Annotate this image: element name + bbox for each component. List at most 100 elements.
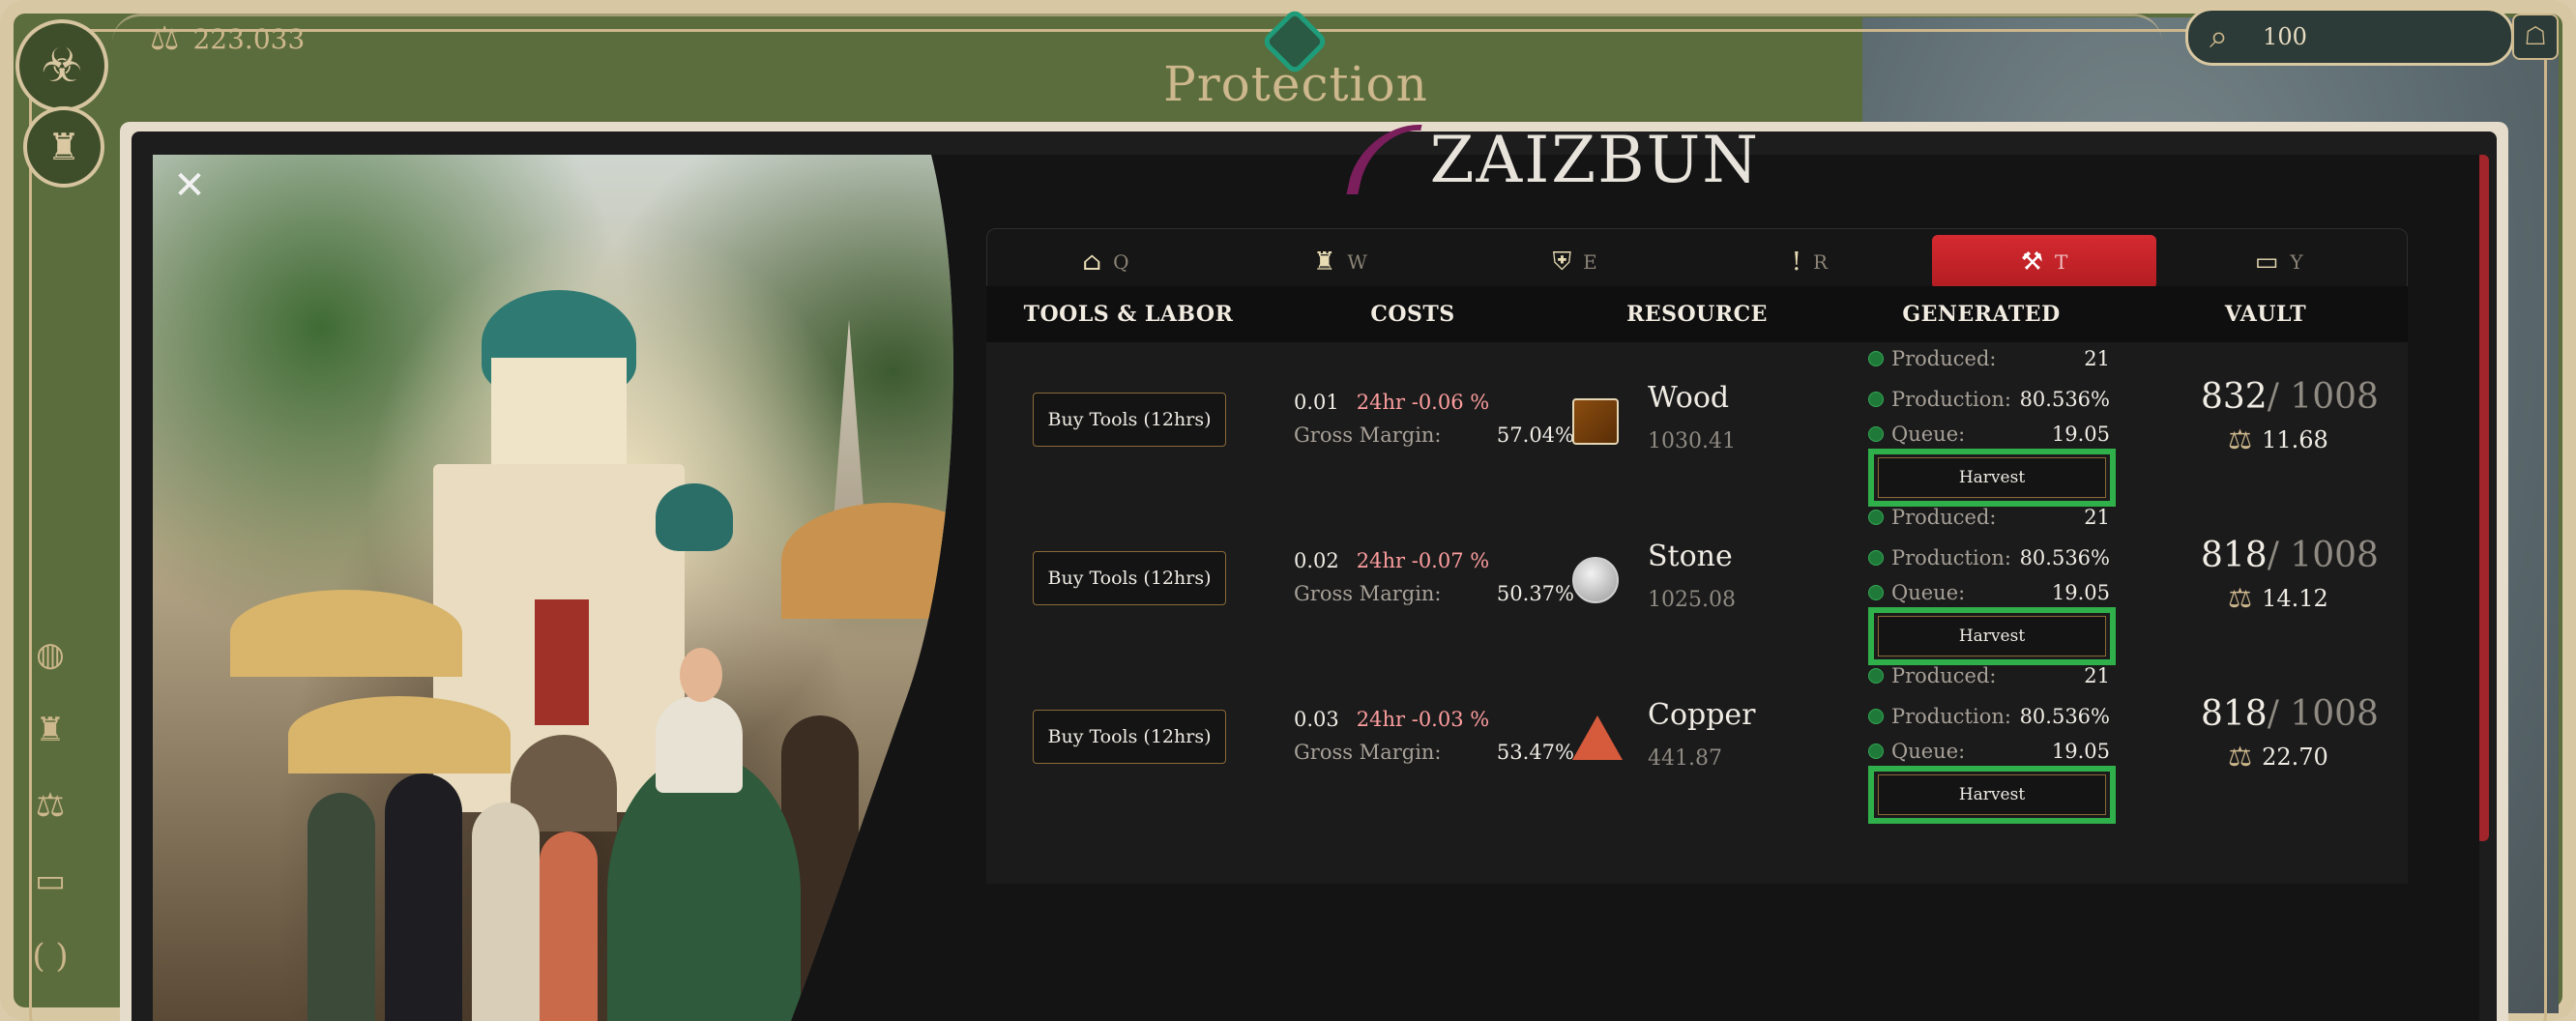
queue-line: Queue: 19.05 [1868, 578, 2110, 607]
vault-amount: 818/ 1008 [2201, 694, 2379, 734]
buy-tools-button[interactable]: Buy Tools (12hrs) [1033, 551, 1226, 605]
cost-delta: 24hr -0.07 % [1356, 549, 1490, 572]
vault-amount: 818/ 1008 [2201, 536, 2379, 575]
book-icon[interactable]: ▭ [35, 864, 66, 897]
shield-icon: ⛨ [1552, 247, 1572, 277]
magnifier-icon: ⌕ [2210, 17, 2229, 56]
vault-value: ⚖ 22.70 [2228, 741, 2328, 773]
gross-margin-value: 53.47% [1496, 741, 1574, 764]
parentheses-icon[interactable]: ( ) [32, 940, 68, 973]
queue-line: Queue: 19.05 [1868, 420, 2110, 449]
cost-line: 0.01 24hr -0.06 % [1294, 391, 1489, 414]
harvest-highlight: Harvest [1868, 766, 2116, 824]
vault-amount: 832/ 1008 [2201, 377, 2379, 417]
status-dot-icon [1868, 709, 1884, 724]
production-line: Production: 80.536% [1868, 385, 2110, 414]
harvest-highlight: Harvest [1868, 607, 2116, 665]
tab-w[interactable]: ♜ W [1228, 235, 1453, 289]
pickaxe-icon: ⚒ [2020, 248, 2043, 277]
status-dot-icon [1868, 550, 1884, 566]
tab-r[interactable]: ! R [1697, 235, 1922, 289]
currency-display: ⚖ 223.033 [150, 17, 305, 60]
vault-value: ⚖ 14.12 [2228, 582, 2328, 614]
emblem-icon[interactable]: ☣ [15, 19, 108, 112]
book-icon: ▭ [2254, 248, 2279, 277]
col-resource: RESOURCE [1626, 302, 1768, 327]
globe-icon[interactable]: ◍ [36, 638, 65, 671]
col-tools: TOOLS & LABOR [1023, 302, 1234, 327]
resource-quantity: 441.87 [1648, 746, 1722, 771]
resource-name: Stone [1648, 540, 1733, 573]
balance-scale-icon: ⚖ [2228, 741, 2253, 773]
side-nav: ◍ ♜ ⚖ ▭ ( ) [29, 638, 72, 973]
cost-value: 0.02 [1294, 549, 1339, 572]
produced-line: Produced: 21 [1868, 344, 2110, 373]
col-vault: VAULT [2224, 302, 2307, 327]
production-line: Production: 80.536% [1868, 543, 2110, 572]
wood-icon [1572, 398, 1619, 445]
currency-amount: 223.033 [192, 22, 306, 55]
copper-icon [1572, 715, 1623, 760]
produced-line: Produced: 21 [1868, 503, 2110, 532]
town-painting [153, 155, 994, 1021]
resource-table: Buy Tools (12hrs) 0.01 24hr -0.06 % Gros… [986, 342, 2408, 884]
status-dot-icon [1868, 585, 1884, 600]
house-icon: ⌂ [1082, 248, 1102, 277]
balance-scale-icon: ⚖ [150, 19, 180, 58]
search-input[interactable]: ⌕ 100 [2185, 8, 2514, 66]
brand-swoosh-icon [1346, 125, 1422, 194]
lady-illustration [607, 754, 801, 1021]
search-value: 100 [2263, 23, 2307, 50]
status-dot-icon [1868, 668, 1884, 684]
status-dot-icon [1868, 392, 1884, 407]
tab-t[interactable]: ⚒ T [1931, 235, 2157, 289]
close-icon[interactable]: ✕ [170, 166, 209, 205]
gross-margin-label: Gross Margin: [1294, 582, 1442, 605]
gross-margin-value: 50.37% [1496, 582, 1574, 605]
castle-icon: ♜ [1313, 248, 1336, 277]
castle-icon[interactable]: ♜ [36, 714, 65, 746]
produced-line: Produced: 21 [1868, 661, 2110, 690]
buy-tools-button[interactable]: Buy Tools (12hrs) [1033, 393, 1226, 447]
stone-icon [1572, 557, 1619, 603]
cost-line: 0.03 24hr -0.03 % [1294, 708, 1489, 731]
cost-line: 0.02 24hr -0.07 % [1294, 549, 1489, 572]
resource-quantity: 1030.41 [1648, 429, 1736, 453]
harvest-highlight: Harvest [1868, 449, 2116, 507]
tab-q[interactable]: ⌂ Q [993, 235, 1218, 289]
balance-scale-icon: ⚖ [2228, 423, 2253, 455]
table-header: TOOLS & LABOR COSTS RESOURCE GENERATED V… [986, 286, 2408, 342]
vault-value: ⚖ 11.68 [2228, 423, 2328, 455]
production-line: Production: 80.536% [1868, 702, 2110, 731]
harvest-button[interactable]: Harvest [1878, 457, 2106, 498]
status-dot-icon [1868, 510, 1884, 525]
sword-icon: ! [1791, 248, 1802, 277]
cost-value: 0.01 [1294, 391, 1339, 414]
gross-margin-value: 57.04% [1496, 423, 1574, 447]
balance-scale-icon[interactable]: ⚖ [36, 789, 65, 822]
table-row: Buy Tools (12hrs) 0.02 24hr -0.07 % Gros… [986, 501, 2408, 665]
resource-quantity: 1025.08 [1648, 588, 1736, 612]
harvest-button[interactable]: Harvest [1878, 616, 2106, 656]
gross-margin-label: Gross Margin: [1294, 741, 1442, 764]
tab-y[interactable]: ▭ Y [2166, 235, 2391, 289]
brand-logo: ZAIZBUN [1346, 116, 1760, 203]
buy-tools-button[interactable]: Buy Tools (12hrs) [1033, 710, 1226, 764]
status-dot-icon [1868, 351, 1884, 366]
profile-icon[interactable]: ☖ [2512, 14, 2559, 60]
gross-margin-label: Gross Margin: [1294, 423, 1442, 447]
resource-name: Copper [1648, 698, 1756, 732]
harvest-button[interactable]: Harvest [1878, 774, 2106, 815]
guild-emblem-icon[interactable]: ♜ [23, 106, 104, 188]
cost-delta: 24hr -0.06 % [1356, 391, 1490, 414]
resource-name: Wood [1648, 381, 1730, 415]
table-row: Buy Tools (12hrs) 0.01 24hr -0.06 % Gros… [986, 342, 2408, 507]
cost-delta: 24hr -0.03 % [1356, 708, 1490, 731]
table-row: Buy Tools (12hrs) 0.03 24hr -0.03 % Gros… [986, 659, 2408, 824]
balance-scale-icon: ⚖ [2228, 582, 2253, 614]
col-generated: GENERATED [1902, 302, 2061, 327]
col-costs: COSTS [1370, 302, 1455, 327]
status-dot-icon [1868, 744, 1884, 759]
cost-value: 0.03 [1294, 708, 1339, 731]
tab-e[interactable]: ⛨ E [1462, 235, 1687, 289]
